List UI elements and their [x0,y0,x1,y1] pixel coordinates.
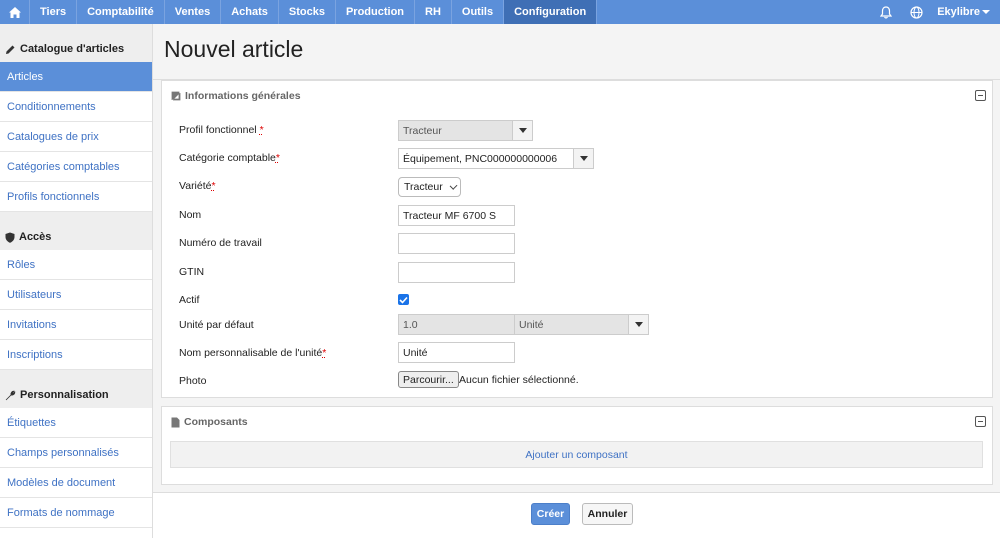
form-actions: Créer Annuler [153,493,1000,538]
sidebar-item-roles[interactable]: Rôles [0,250,152,280]
actif-label: Actif [179,294,200,306]
pencil-icon [6,45,15,54]
general-info-collapse-button[interactable] [975,90,986,101]
main-content: Nouvel article Informations générales Pr… [153,24,1000,538]
categorie-dropdown-button[interactable] [573,148,594,169]
nav-stocks[interactable]: Stocks [279,0,336,24]
general-info-header: Informations générales [162,81,992,111]
sidebar-item-conditionnements[interactable]: Conditionnements [0,92,152,122]
sidebar-item-utilisateurs[interactable]: Utilisateurs [0,280,152,310]
composants-collapse-button[interactable] [975,416,986,427]
page-title: Nouvel article [164,36,304,62]
sidebar-item-invitations[interactable]: Invitations [0,310,152,340]
create-button[interactable]: Créer [531,503,570,525]
home-button[interactable] [0,0,30,24]
sidebar-item-profils-fonctionnels[interactable]: Profils fonctionnels [0,182,152,212]
nom-input[interactable]: Tracteur MF 6700 S [398,205,515,226]
composants-header: Composants [162,407,992,437]
numero-input[interactable] [398,233,515,254]
sidebar-item-catalogues-de-prix[interactable]: Catalogues de prix [0,122,152,152]
caret-down-icon [982,10,990,14]
nav-configuration[interactable]: Configuration [504,0,598,24]
user-menu[interactable]: Ekylibre [931,0,1000,24]
sidebar-item-categories-comptables[interactable]: Catégories comptables [0,152,152,182]
sidebar-item-articles[interactable]: Articles [0,62,152,92]
sidebar-item-modeles-de-document[interactable]: Modèles de document [0,468,152,498]
home-icon [8,6,21,18]
general-info-panel: Informations générales Profil fonctionne… [161,80,993,398]
profil-select[interactable]: Tracteur [398,120,513,141]
sidebar-item-inscriptions[interactable]: Inscriptions [0,340,152,370]
variete-label: Variété* [179,180,216,192]
language-button[interactable] [901,0,931,24]
nom-label: Nom [179,209,202,221]
nav-rh[interactable]: RH [415,0,452,24]
sidebar: Catalogue d'articles Articles Conditionn… [0,24,153,538]
notifications-button[interactable] [871,0,901,24]
sidebar-section-catalogue: Catalogue d'articles [0,24,152,62]
composants-panel: Composants Ajouter un composant [161,406,993,485]
photo-file-status: Aucun fichier sélectionné. [459,374,579,386]
file-icon [171,417,180,427]
wrench-icon [5,390,16,401]
globe-icon [910,5,923,19]
user-name: Ekylibre [937,6,980,18]
categorie-label: Catégorie comptable* [179,152,280,164]
nav-production[interactable]: Production [336,0,416,24]
photo-browse-button[interactable]: Parcourir... [398,371,459,388]
nom-unite-label: Nom personnalisable de l'unité* [179,347,327,359]
unite-quantity-input[interactable]: 1.0 [398,314,515,335]
profil-label: Profil fonctionnel * [179,124,264,136]
bell-icon [880,5,893,19]
nav-tiers[interactable]: Tiers [30,0,78,24]
nav-ventes[interactable]: Ventes [165,0,222,24]
nom-unite-input[interactable]: Unité [398,342,515,363]
sidebar-section-acces: Accès [0,212,152,250]
sidebar-item-champs-personnalises[interactable]: Champs personnalisés [0,438,152,468]
sidebar-item-etiquettes[interactable]: Étiquettes [0,408,152,438]
chevron-down-icon [449,181,458,190]
gtin-label: GTIN [179,266,205,278]
nav-outils[interactable]: Outils [452,0,505,24]
photo-label: Photo [179,375,207,387]
check-icon [399,296,408,304]
top-navigation: Tiers Comptabilité Ventes Achats Stocks … [0,0,1000,24]
shield-icon [5,232,15,243]
numero-label: Numéro de travail [179,237,262,249]
cancel-button[interactable]: Annuler [582,503,633,525]
sidebar-section-personnalisation: Personnalisation [0,370,152,408]
actif-checkbox[interactable] [398,294,409,305]
variete-select[interactable]: Tracteur [398,177,461,197]
unite-dropdown-button[interactable] [628,314,649,335]
book-icon [171,91,181,101]
nav-achats[interactable]: Achats [221,0,279,24]
unite-label: Unité par défaut [179,319,254,331]
categorie-select[interactable]: Équipement, PNC000000000006 [398,148,574,169]
add-component-button[interactable]: Ajouter un composant [170,441,983,468]
profil-dropdown-button[interactable] [512,120,533,141]
nav-comptabilite[interactable]: Comptabilité [77,0,165,24]
unite-select[interactable]: Unité [514,314,629,335]
sidebar-item-formats-de-nommage[interactable]: Formats de nommage [0,498,152,528]
gtin-input[interactable] [398,262,515,283]
